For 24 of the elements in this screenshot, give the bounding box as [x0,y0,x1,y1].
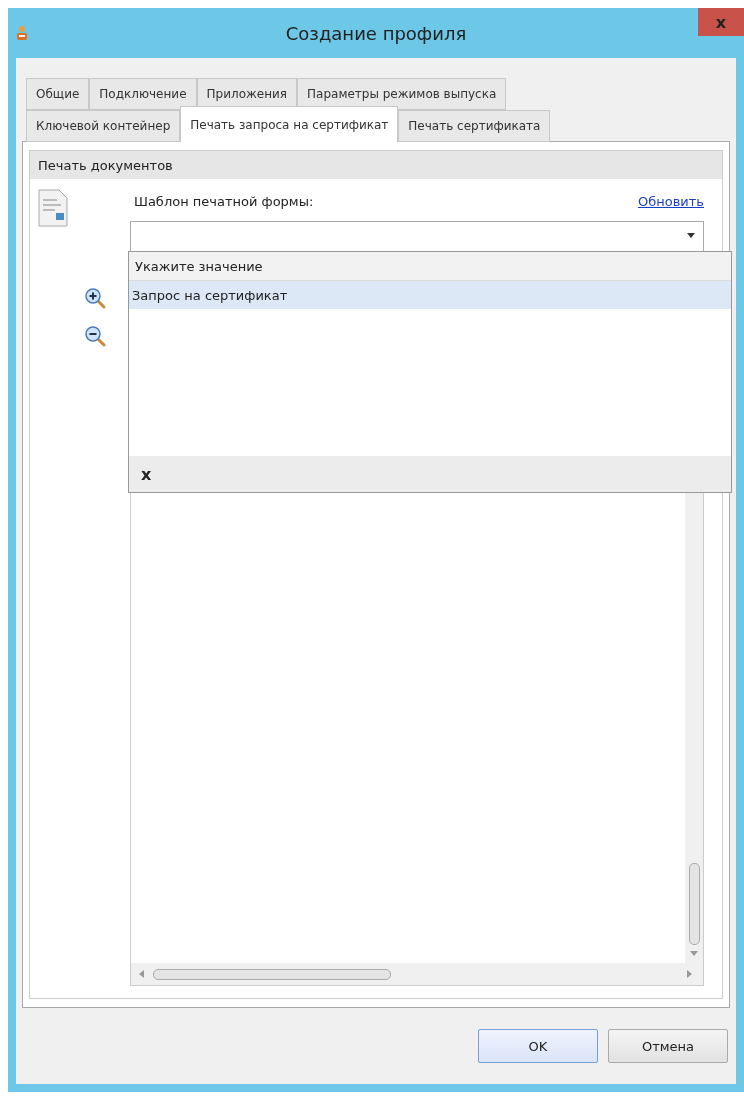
tab[interactable]: Параметры режимов выпуска [297,78,507,110]
dialog-button[interactable]: Отмена [608,1029,728,1063]
close-button[interactable]: x [698,8,744,36]
clear-button[interactable]: x [141,464,152,484]
window-title: Создание профиля [285,22,467,44]
tab[interactable]: Общие [26,78,90,110]
document-icon [38,189,68,227]
tab[interactable]: Подключение [89,78,197,110]
tab[interactable]: Печать сертификата [398,110,551,142]
app-icon [16,25,28,41]
horizontal-scrollbar[interactable] [131,963,703,985]
scroll-thumb[interactable] [153,968,391,980]
tab[interactable]: Печать запроса на сертификат [180,106,399,142]
refresh-link[interactable]: Обновить [637,193,704,209]
dropdown-option[interactable]: Укажите значение [129,252,731,281]
tab[interactable]: Ключевой контейнер [26,110,181,142]
group-title: Печать документов [30,151,722,179]
zoom-out-icon[interactable] [84,325,106,347]
scroll-thumb[interactable] [688,863,700,945]
zoom-in-icon[interactable] [84,287,106,309]
template-label: Шаблон печатной формы: [134,193,314,209]
scroll-left-icon[interactable] [139,970,147,978]
dropdown-option[interactable]: Запрос на сертификат [129,281,731,309]
dialog-button[interactable]: OK [478,1029,598,1063]
